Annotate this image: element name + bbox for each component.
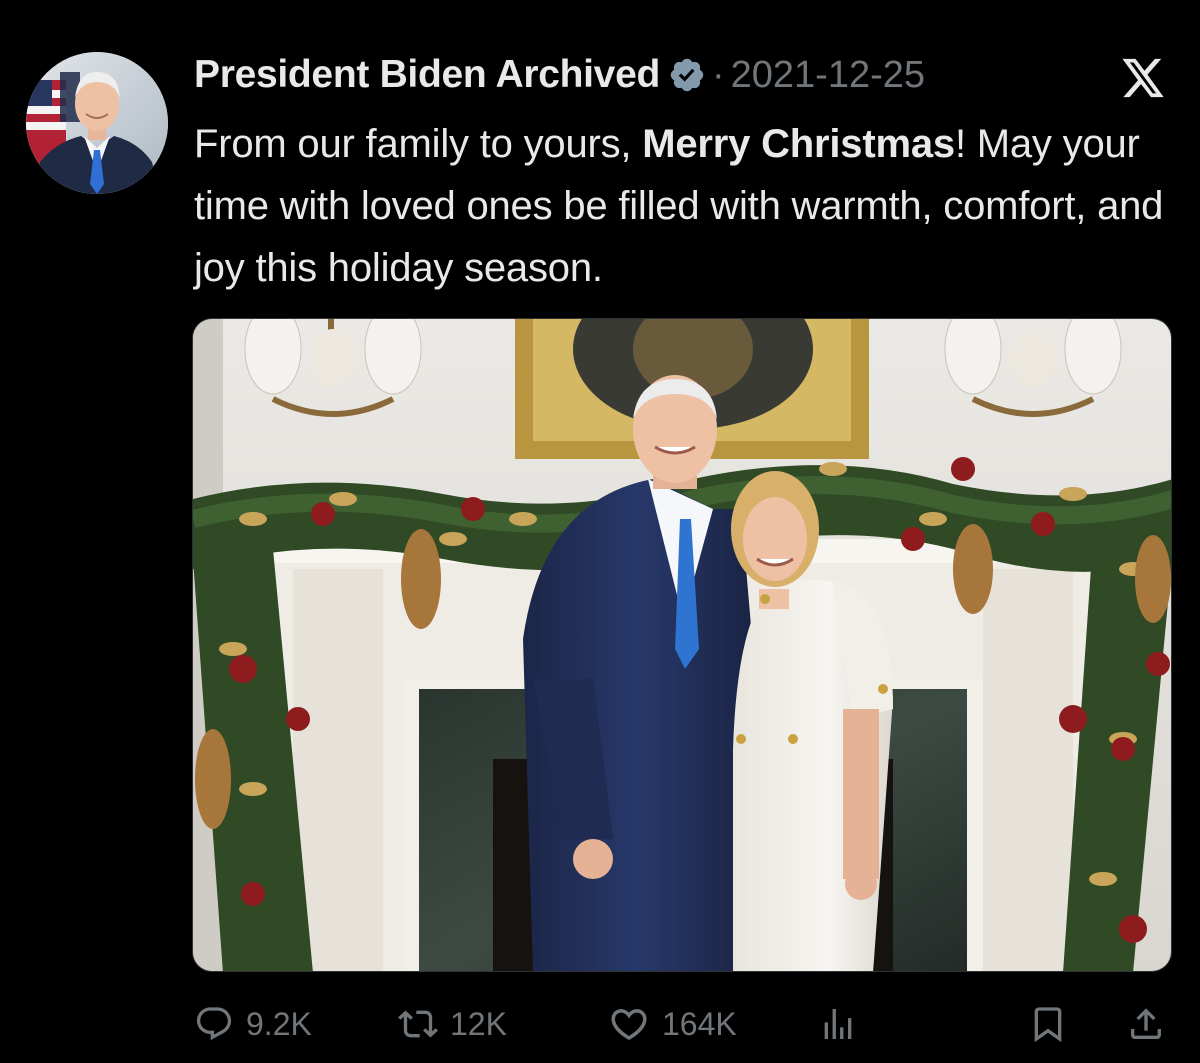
views-icon — [824, 1009, 852, 1039]
repost-icon — [398, 1010, 438, 1038]
like-count: 164K — [662, 1005, 737, 1042]
like-button[interactable]: 164K — [608, 996, 737, 1052]
x-logo-icon — [1122, 58, 1164, 98]
heart-icon — [611, 1009, 647, 1041]
bookmark-button[interactable] — [1028, 996, 1068, 1052]
tweet-actions-bar: 9.2K 12K 164K — [0, 996, 1200, 1052]
tweet-date[interactable]: 2021-12-25 — [731, 54, 925, 97]
views-button[interactable] — [818, 996, 858, 1052]
verified-badge-icon[interactable] — [668, 56, 706, 94]
header-separator: · — [711, 53, 725, 96]
tweet-text: From our family to yours, Merry Christma… — [194, 113, 1184, 299]
tweet-text-part1: From our family to yours, — [194, 122, 643, 166]
share-icon — [1131, 1008, 1161, 1039]
reply-icon — [196, 1007, 232, 1041]
christmas-photo-image — [193, 319, 1171, 971]
bookmark-icon — [1034, 1007, 1062, 1043]
repost-button[interactable]: 12K — [398, 996, 507, 1052]
reply-button[interactable]: 9.2K — [194, 996, 312, 1052]
avatar-image — [26, 52, 168, 194]
share-button[interactable] — [1126, 996, 1166, 1052]
author-avatar[interactable] — [26, 52, 168, 194]
tweet-photo[interactable] — [192, 318, 1172, 972]
author-name[interactable]: President Biden Archived — [194, 53, 660, 97]
reply-count: 9.2K — [246, 1005, 312, 1042]
tweet-text-bold: Merry Christmas — [642, 122, 955, 166]
tweet-header: President Biden Archived · 2021-12-25 — [194, 52, 925, 98]
repost-count: 12K — [450, 1005, 507, 1042]
